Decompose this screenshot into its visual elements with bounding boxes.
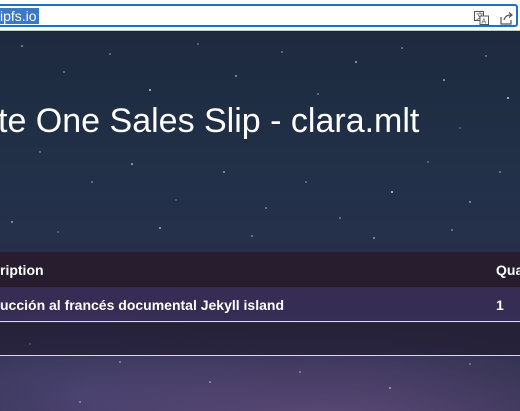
column-header-quantity: Qua: [496, 262, 520, 278]
row-description: ucción al francés documental Jekyll isla…: [0, 297, 284, 313]
translate-icon[interactable]: 文 A: [473, 11, 489, 25]
svg-text:A: A: [481, 19, 486, 26]
row-quantity: 1: [496, 297, 504, 313]
address-bar-url[interactable]: ipfs.io: [0, 8, 39, 24]
table-row-empty: [0, 323, 520, 356]
address-bar[interactable]: ipfs.io 文 A: [0, 4, 518, 27]
browser-toolbar: ipfs.io 文 A: [0, 0, 520, 31]
page-content: te One Sales Slip - clara.mlt ription Qu…: [0, 32, 520, 411]
table-row: ucción al francés documental Jekyll isla…: [0, 288, 520, 322]
table-header-row: ription Qua: [0, 252, 520, 287]
column-header-description: ription: [0, 262, 44, 278]
share-icon[interactable]: [498, 11, 514, 25]
page-title: te One Sales Slip - clara.mlt: [0, 102, 420, 140]
